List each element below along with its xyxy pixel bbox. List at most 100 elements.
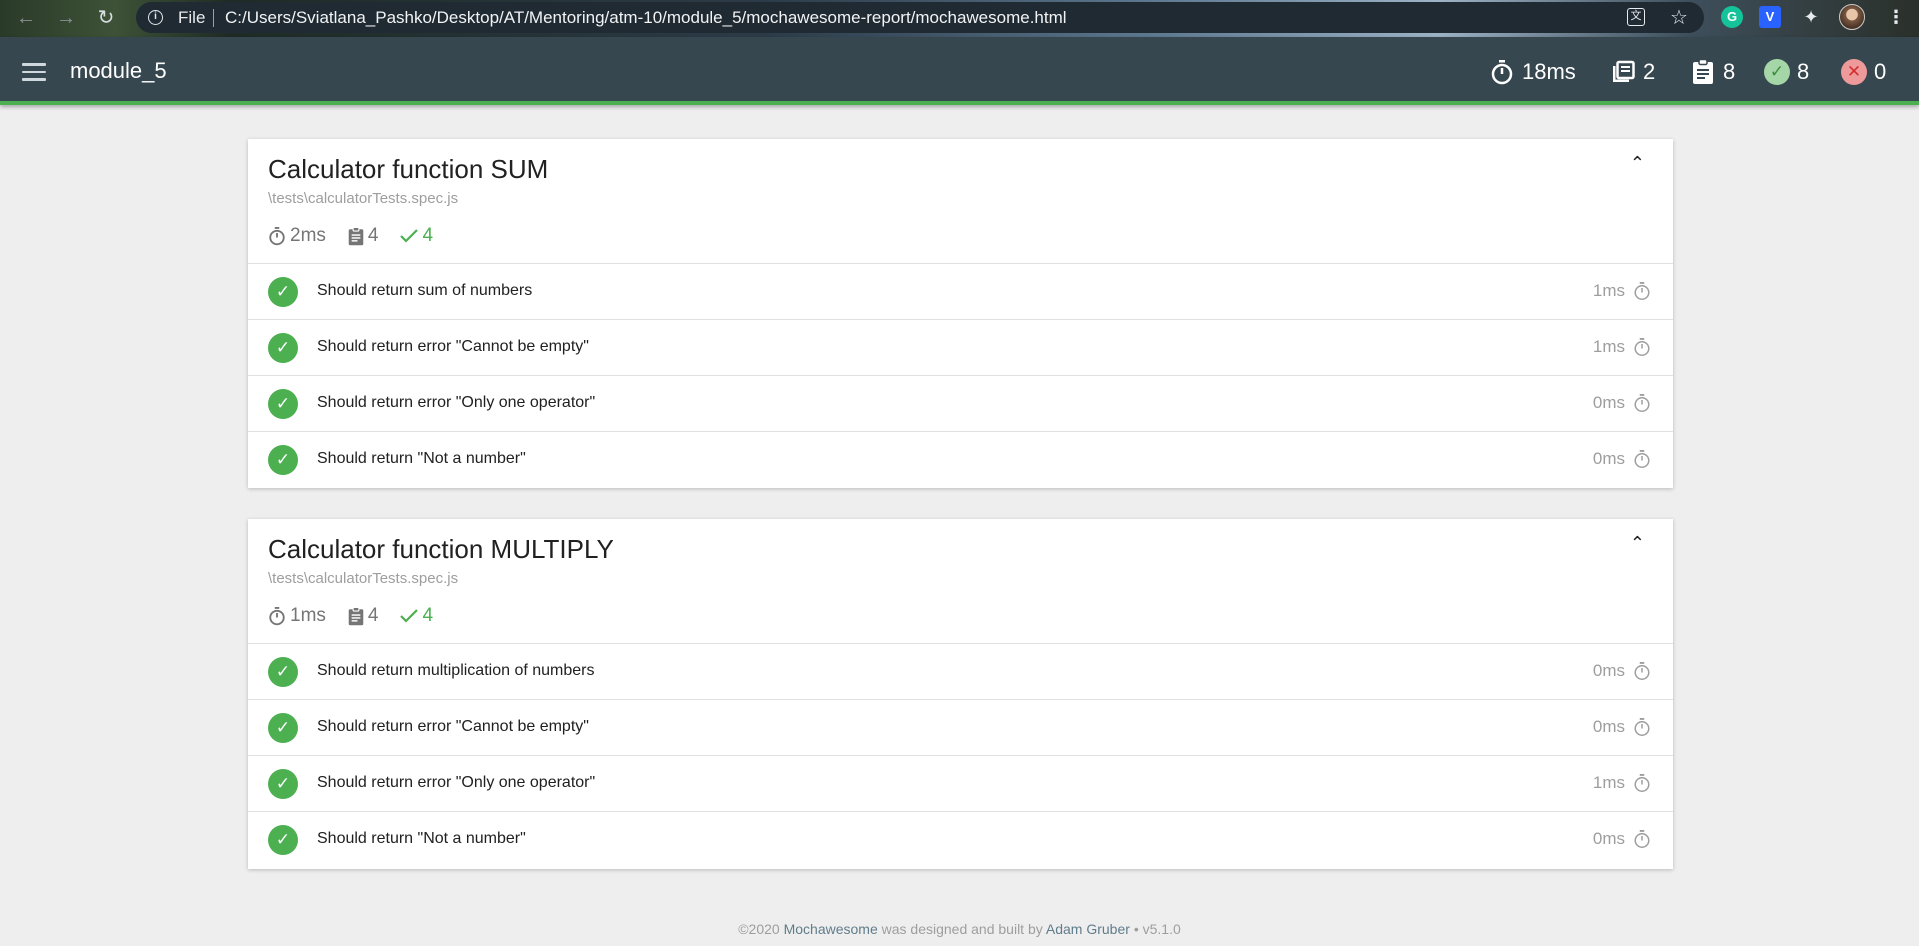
test-row[interactable]: ✓ Should return sum of numbers 1ms — [248, 264, 1673, 320]
check-circle-icon: ✓ — [268, 825, 298, 855]
passes-value: 8 — [1797, 59, 1810, 84]
browser-toolbar: ← → ↻ i File C:/Users/Sviatlana_Pashko/D… — [0, 0, 1919, 37]
reload-icon[interactable]: ↻ — [92, 4, 120, 32]
test-duration: 0ms — [1592, 829, 1625, 848]
test-row[interactable]: ✓ Should return error "Cannot be empty" … — [248, 320, 1673, 376]
duration-value: 18ms — [1522, 59, 1576, 84]
check-circle-icon: ✓ — [268, 657, 298, 687]
suite-duration-value: 2ms — [290, 225, 326, 246]
suite-duration: 2ms — [268, 225, 326, 247]
suite-title: Calculator function SUM — [268, 154, 549, 184]
suite-passes-value: 4 — [422, 225, 434, 246]
test-title: Should return "Not a number" — [317, 830, 526, 847]
test-title: Should return "Not a number" — [317, 450, 526, 467]
protocol-label: File — [178, 8, 206, 27]
test-row[interactable]: ✓ Should return multiplication of number… — [248, 644, 1673, 700]
test-duration: 0ms — [1592, 661, 1625, 680]
suites-value: 2 — [1643, 59, 1656, 84]
test-title: Should return error "Only one operator" — [317, 394, 596, 411]
suite-passes: 4 — [400, 225, 433, 247]
forward-arrow-icon[interactable]: → — [52, 4, 80, 32]
clipboard-icon — [348, 226, 364, 246]
address-bar[interactable]: i File C:/Users/Sviatlana_Pashko/Desktop… — [136, 2, 1704, 33]
failures-count[interactable]: ✕ 0 — [1841, 57, 1886, 87]
extensions-puzzle-icon[interactable]: ✦ — [1800, 6, 1822, 28]
info-icon[interactable]: i — [148, 10, 163, 25]
test-duration: 0ms — [1592, 449, 1625, 468]
stopwatch-icon — [268, 226, 286, 246]
test-duration: 1ms — [1592, 337, 1625, 356]
test-duration: 1ms — [1592, 773, 1625, 792]
mochawesome-link[interactable]: Mochawesome — [784, 921, 878, 937]
suite-summary: 2ms 4 4 — [268, 225, 455, 247]
failures-value: 0 — [1874, 59, 1887, 84]
test-title: Should return error "Cannot be empty" — [317, 338, 589, 355]
test-row[interactable]: ✓ Should return error "Only one operator… — [248, 756, 1673, 812]
test-row[interactable]: ✓ Should return error "Only one operator… — [248, 376, 1673, 432]
stopwatch-icon — [268, 606, 286, 626]
suite-duration-value: 1ms — [290, 605, 326, 626]
test-duration: 0ms — [1592, 393, 1625, 412]
check-circle-icon: ✓ — [268, 769, 298, 799]
timer-icon — [1633, 393, 1653, 413]
divider — [213, 9, 214, 27]
bookmark-star-icon[interactable]: ☆ — [1669, 8, 1689, 28]
timer-icon — [1633, 337, 1653, 357]
check-circle-icon: ✓ — [268, 445, 298, 475]
suite-summary: 1ms 4 4 — [268, 605, 455, 627]
suite-passes-value: 4 — [422, 605, 434, 626]
suite-card: Calculator function SUM \tests\calculato… — [248, 139, 1673, 488]
check-circle-icon: ✓ — [1764, 59, 1790, 85]
kebab-menu-icon[interactable]: ⋮ — [1886, 6, 1906, 28]
grammarly-extension-icon[interactable]: G — [1721, 6, 1743, 28]
passes-count[interactable]: ✓ 8 — [1764, 57, 1809, 87]
test-title: Should return multiplication of numbers — [317, 662, 595, 679]
test-row[interactable]: ✓ Should return error "Cannot be empty" … — [248, 700, 1673, 756]
suite-passes: 4 — [400, 605, 433, 627]
test-title: Should return sum of numbers — [317, 282, 533, 299]
library-books-icon — [1610, 59, 1636, 85]
check-icon — [400, 608, 419, 624]
back-arrow-icon[interactable]: ← — [12, 4, 40, 32]
test-duration: 0ms — [1592, 717, 1625, 736]
report-navbar: module_5 18ms 2 8 ✓ 8 ✕ 0 — [0, 37, 1919, 105]
stopwatch-icon — [1489, 59, 1515, 85]
author-link[interactable]: Adam Gruber — [1046, 921, 1130, 937]
footer-text: was designed and built by — [881, 921, 1043, 937]
suite-card: Calculator function MULTIPLY \tests\calc… — [248, 519, 1673, 869]
suites-count[interactable]: 2 — [1610, 57, 1655, 87]
test-row[interactable]: ✓ Should return "Not a number" 0ms — [248, 812, 1673, 868]
clipboard-icon — [1690, 59, 1716, 85]
test-title: Should return error "Cannot be empty" — [317, 718, 589, 735]
cancel-circle-icon: ✕ — [1841, 59, 1867, 85]
suite-header: Calculator function SUM \tests\calculato… — [248, 139, 1673, 264]
suite-tests-value: 4 — [367, 605, 379, 626]
suite-tests-value: 4 — [367, 225, 379, 246]
check-circle-icon: ✓ — [268, 333, 298, 363]
check-icon — [400, 228, 419, 244]
test-title: Should return error "Only one operator" — [317, 774, 596, 791]
timer-icon — [1633, 449, 1653, 469]
chevron-up-icon[interactable]: ⌃ — [1630, 533, 1645, 554]
v-extension-icon[interactable]: V — [1759, 6, 1781, 28]
suite-tests: 4 — [348, 225, 379, 247]
test-duration: 1ms — [1592, 281, 1625, 300]
suite-tests: 4 — [348, 605, 379, 627]
suite-header: Calculator function MULTIPLY \tests\calc… — [248, 519, 1673, 644]
suite-file-path: \tests\calculatorTests.spec.js — [268, 570, 459, 587]
check-circle-icon: ✓ — [268, 713, 298, 743]
chevron-up-icon[interactable]: ⌃ — [1630, 153, 1645, 174]
url-text[interactable]: C:/Users/Sviatlana_Pashko/Desktop/AT/Men… — [225, 8, 1067, 28]
check-circle-icon: ✓ — [268, 277, 298, 307]
translate-icon[interactable]: 文 — [1627, 8, 1645, 26]
clipboard-icon — [348, 606, 364, 626]
report-title: module_5 — [70, 58, 167, 83]
tests-count[interactable]: 8 — [1690, 57, 1735, 87]
suite-file-path: \tests\calculatorTests.spec.js — [268, 190, 459, 207]
test-row[interactable]: ✓ Should return "Not a number" 0ms — [248, 432, 1673, 488]
profile-avatar[interactable] — [1839, 4, 1865, 30]
total-duration: 18ms — [1489, 57, 1576, 87]
menu-icon[interactable] — [22, 63, 46, 81]
suite-duration: 1ms — [268, 605, 326, 627]
timer-icon — [1633, 661, 1653, 681]
